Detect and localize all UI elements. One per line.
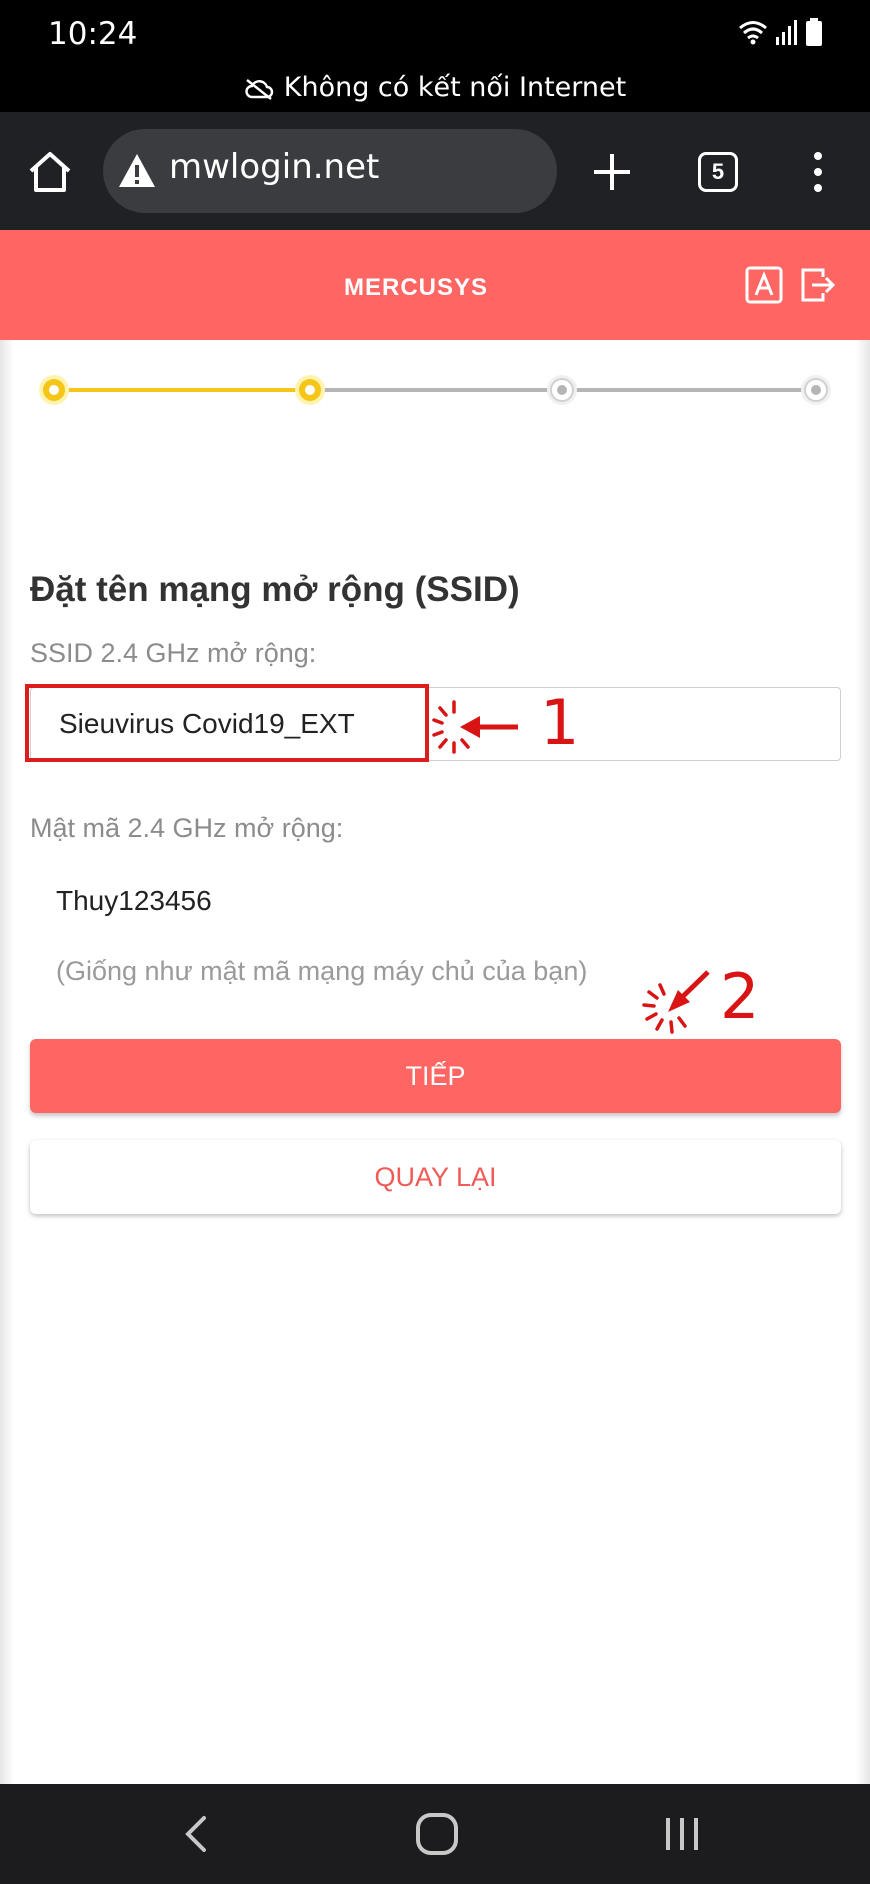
password-label: Mật mã 2.4 GHz mở rộng:	[30, 813, 344, 843]
step-2-done	[295, 375, 325, 405]
page-header: MERCUSYS	[0, 230, 870, 340]
step-4-pending	[801, 375, 831, 405]
web-page: MERCUSYS Đặt tên mạng mở rộng (SSID) SSI…	[0, 230, 870, 1784]
url-text[interactable]: mwlogin.net	[169, 147, 379, 187]
page-shadow-left	[0, 340, 14, 1784]
ssid-label: SSID 2.4 GHz mở rộng:	[30, 638, 317, 668]
system-nav-bar	[0, 1784, 870, 1884]
warning-icon[interactable]	[117, 151, 157, 191]
more-icon[interactable]	[806, 150, 830, 194]
address-bar[interactable]: mwlogin.net	[103, 129, 557, 213]
home-nav-icon[interactable]	[414, 1811, 460, 1857]
annotation-highlight-box	[25, 684, 429, 762]
password-hint: (Giống như mật mã mạng máy chủ của bạn)	[56, 956, 588, 986]
signal-icon	[776, 20, 797, 45]
logout-icon[interactable]	[799, 266, 837, 304]
battery-icon	[806, 18, 822, 46]
step-1-done	[39, 375, 69, 405]
tab-switcher-button[interactable]: 5	[698, 152, 738, 192]
progress-stepper	[39, 375, 831, 405]
status-icons	[738, 18, 822, 46]
password-input[interactable]: Thuy123456	[56, 885, 212, 917]
section-title: Đặt tên mạng mở rộng (SSID)	[30, 570, 520, 609]
annotation-number-2: 2	[720, 960, 760, 1033]
language-icon[interactable]	[745, 266, 783, 304]
annotation-arrow-1	[432, 700, 518, 754]
home-icon[interactable]	[26, 148, 74, 196]
connectivity-notice: Không có kết nối Internet	[0, 72, 870, 103]
step-3-pending	[547, 375, 577, 405]
status-time: 10:24	[48, 16, 138, 52]
connectivity-text: Không có kết nối Internet	[283, 72, 627, 103]
annotation-number-1: 1	[540, 686, 580, 759]
page-shadow-right	[856, 340, 870, 1784]
mercusys-logo: MERCUSYS	[344, 274, 489, 301]
cloud-off-icon	[245, 78, 273, 100]
recent-apps-icon[interactable]	[660, 1814, 704, 1854]
new-tab-plus-icon[interactable]	[590, 150, 634, 194]
next-button[interactable]: TIẾP	[30, 1039, 841, 1113]
wifi-icon	[739, 21, 767, 45]
back-button[interactable]: QUAY LẠI	[30, 1140, 841, 1214]
status-bar: 10:24 Không có kết nối Internet	[0, 0, 870, 112]
annotation-arrow-2	[642, 970, 710, 1034]
back-icon[interactable]	[176, 1812, 216, 1856]
browser-toolbar: mwlogin.net 5	[0, 112, 870, 230]
